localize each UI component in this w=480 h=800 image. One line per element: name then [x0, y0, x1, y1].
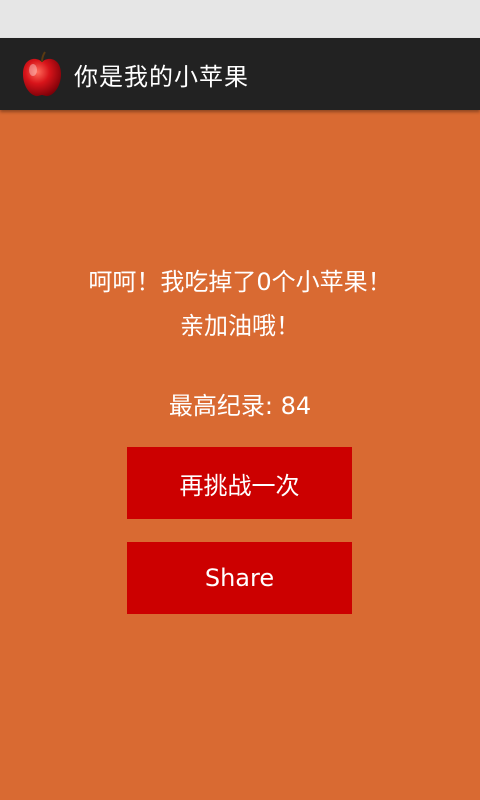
status-bar	[0, 0, 480, 38]
action-bar: 你是我的小苹果	[0, 38, 480, 110]
retry-button[interactable]: 再挑战一次	[127, 447, 352, 519]
share-button[interactable]: Share	[127, 542, 352, 614]
result-screen: 呵呵！我吃掉了0个小苹果！ 亲加油哦！ 最高纪录: 84 再挑战一次 Share	[0, 110, 480, 800]
red-apple-icon	[23, 51, 61, 97]
high-score: 最高纪录: 84	[168, 392, 312, 420]
result-message: 呵呵！我吃掉了0个小苹果！ 亲加油哦！	[0, 260, 480, 348]
app-title: 你是我的小苹果	[74, 62, 249, 91]
result-line-1: 呵呵！我吃掉了0个小苹果！	[88, 268, 392, 296]
result-line-2: 亲加油哦！	[180, 312, 300, 340]
